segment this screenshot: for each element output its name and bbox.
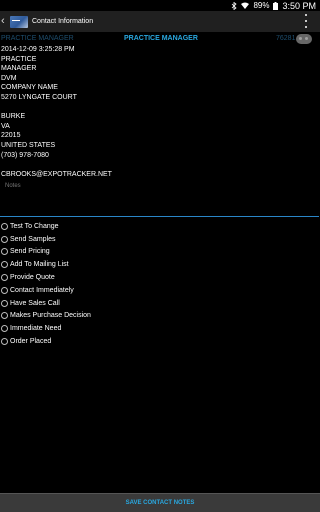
contact-zip: 22015 <box>1 132 21 140</box>
radio-button-icon[interactable] <box>1 274 8 282</box>
contact-email: CBROOKS@EXPOTRACKER.NET <box>1 170 112 178</box>
checklist-label: Add To Mailing List <box>10 261 69 269</box>
radio-button-icon[interactable] <box>1 235 8 243</box>
contact-street: 5270 LYNGATE COURT <box>1 93 77 101</box>
app-logo-icon[interactable] <box>10 15 28 28</box>
radio-button-icon[interactable] <box>1 299 8 307</box>
contact-company: COMPANY NAME <box>1 84 58 92</box>
radio-button-icon[interactable] <box>1 325 8 333</box>
save-button-label: SAVE CONTACT NOTES <box>125 500 195 506</box>
radio-button-icon[interactable] <box>1 338 8 346</box>
checklist-label: Provide Quote <box>10 274 55 282</box>
contact-title-line1: PRACTICE <box>1 55 37 63</box>
battery-percent: 89% <box>253 1 270 10</box>
checklist-label: Makes Purchase Decision <box>10 312 91 320</box>
tab-current[interactable]: PRACTICE MANAGER <box>124 33 198 45</box>
checklist-item[interactable]: Send Pricing <box>0 246 320 259</box>
checklist-item[interactable]: Contact Immediately <box>0 284 320 297</box>
notes-placeholder: Notes <box>5 183 21 189</box>
contact-details: 2014-12-09 3:25:28 PM PRACTICE MANAGER D… <box>1 45 301 179</box>
notes-input[interactable]: Notes <box>0 180 319 217</box>
wifi-icon <box>241 2 250 9</box>
clock: 3:50 PM <box>282 0 316 11</box>
checklist-item[interactable]: Provide Quote <box>0 271 320 284</box>
contact-phone: (703) 978-7080 <box>1 151 49 159</box>
tab-previous[interactable]: PRACTICE MANAGER <box>1 33 74 45</box>
contact-state: VA <box>1 122 10 130</box>
radio-button-icon[interactable] <box>1 286 8 294</box>
checklist-item[interactable]: Send Samples <box>0 233 320 246</box>
checklist-item[interactable]: Add To Mailing List <box>0 258 320 271</box>
action-bar: ‹ Contact Information <box>0 11 320 32</box>
checklist-item[interactable]: Test To Change <box>0 220 320 233</box>
checklist-label: Order Placed <box>10 338 52 346</box>
radio-button-icon[interactable] <box>1 222 8 230</box>
checklist-item[interactable]: Order Placed <box>0 335 320 348</box>
checklist-label: Send Pricing <box>10 248 50 256</box>
status-bar: 89% 3:50 PM <box>0 0 320 11</box>
radio-button-icon[interactable] <box>1 248 8 256</box>
checklist-label: Send Samples <box>10 235 56 243</box>
contact-credential: DVM <box>1 74 17 82</box>
radio-button-icon[interactable] <box>1 261 8 269</box>
save-contact-notes-button[interactable]: SAVE CONTACT NOTES <box>0 493 320 512</box>
checklist-item[interactable]: Immediate Need <box>0 322 320 335</box>
checklist-label: Contact Immediately <box>10 286 74 294</box>
contact-title-line2: MANAGER <box>1 65 37 73</box>
checklist-label: Test To Change <box>10 222 59 230</box>
contact-country: UNITED STATES <box>1 141 56 149</box>
pager-handle-icon[interactable] <box>296 34 312 44</box>
tab-next[interactable]: 76281 <box>276 33 295 45</box>
overflow-menu-icon[interactable] <box>304 14 308 28</box>
checklist-label: Immediate Need <box>10 325 62 333</box>
bluetooth-icon <box>232 1 238 10</box>
contact-timestamp: 2014-12-09 3:25:28 PM <box>1 46 75 53</box>
back-arrow-icon[interactable]: ‹ <box>1 11 9 32</box>
page-title: Contact Information <box>32 18 94 25</box>
action-checklist: Test To Change Send Samples Send Pricing… <box>0 220 320 348</box>
radio-button-icon[interactable] <box>1 312 8 320</box>
contact-city: BURKE <box>1 113 26 121</box>
battery-icon <box>273 1 279 10</box>
checklist-item[interactable]: Makes Purchase Decision <box>0 310 320 323</box>
checklist-label: Have Sales Call <box>10 299 60 307</box>
tab-strip[interactable]: PRACTICE MANAGER PRACTICE MANAGER 76281 <box>0 33 320 45</box>
checklist-item[interactable]: Have Sales Call <box>0 297 320 310</box>
